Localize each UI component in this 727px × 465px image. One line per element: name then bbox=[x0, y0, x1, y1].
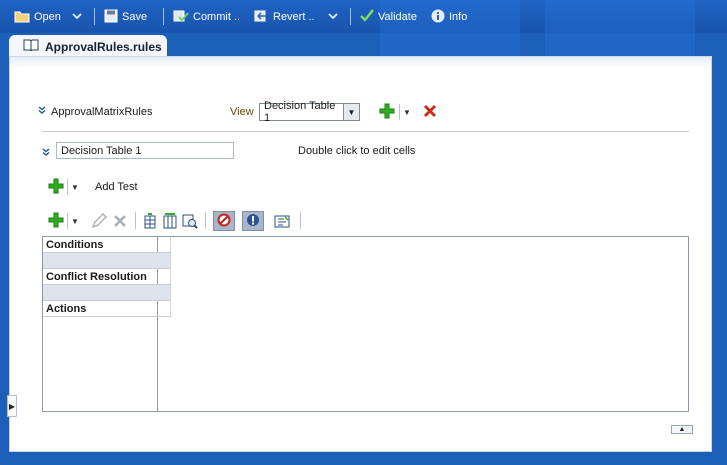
table-row-conditions[interactable]: Conditions bbox=[43, 237, 158, 253]
add-test-menu-button[interactable]: ▼ bbox=[70, 181, 80, 193]
edit-pencil-icon[interactable] bbox=[91, 213, 107, 229]
gap-check-toggle-button[interactable] bbox=[242, 211, 264, 231]
decision-table-name-field[interactable]: Decision Table 1 bbox=[56, 142, 234, 159]
toolbar-separator bbox=[94, 8, 95, 25]
delete-decision-table-button[interactable] bbox=[421, 103, 439, 121]
add-row-button[interactable] bbox=[48, 212, 64, 231]
ruleset-name: ApprovalMatrixRules bbox=[51, 106, 153, 118]
main-toolbar: Open Save Commit .. Revert .. Validate I… bbox=[0, 0, 727, 60]
table-cell bbox=[158, 285, 171, 301]
open-button[interactable]: Open bbox=[14, 8, 61, 26]
validate-label: Validate bbox=[378, 11, 417, 23]
add-test-button[interactable] bbox=[48, 178, 64, 197]
edit-hint: Double click to edit cells bbox=[298, 145, 416, 157]
table-row-spacer bbox=[43, 285, 158, 301]
table-row-conflict-resolution[interactable]: Conflict Resolution bbox=[43, 269, 158, 285]
separator bbox=[205, 212, 206, 229]
plus-icon bbox=[48, 178, 64, 197]
toolbar-separator bbox=[163, 8, 164, 25]
chevron-down-icon bbox=[72, 12, 82, 23]
validate-button[interactable]: Validate bbox=[360, 8, 417, 26]
tab-label: ApprovalRules.rules bbox=[45, 39, 162, 54]
compact-table-icon[interactable] bbox=[274, 213, 290, 229]
chevron-down-icon: ▼ bbox=[71, 182, 79, 192]
save-button[interactable]: Save bbox=[104, 8, 147, 26]
add-test-label: Add Test bbox=[95, 181, 138, 193]
delete-gray-x-icon[interactable] bbox=[112, 213, 128, 229]
search-table-icon[interactable] bbox=[182, 213, 198, 229]
info-label: Info bbox=[449, 11, 468, 23]
book-icon bbox=[23, 39, 39, 54]
separator bbox=[67, 213, 68, 229]
commit-button[interactable]: Commit .. bbox=[173, 8, 240, 26]
revert-menu-button[interactable] bbox=[328, 8, 338, 26]
table-row-actions[interactable]: Actions bbox=[43, 301, 158, 317]
prohibited-icon bbox=[217, 213, 231, 230]
chevron-down-icon: ▼ bbox=[71, 216, 79, 226]
plus-icon bbox=[379, 103, 395, 122]
decision-table-grid[interactable]: Conditions Conflict Resolution Actions bbox=[42, 236, 689, 412]
separator bbox=[300, 212, 301, 229]
add-menu-button[interactable]: ▼ bbox=[402, 106, 412, 118]
tab-approval-rules[interactable]: ApprovalRules.rules bbox=[9, 35, 167, 58]
collapse-ruleset-icon[interactable] bbox=[38, 106, 46, 117]
decision-table-name-value: Decision Table 1 bbox=[61, 144, 142, 157]
revert-icon bbox=[253, 9, 269, 26]
table-cell bbox=[158, 253, 171, 269]
split-table-icon[interactable] bbox=[162, 213, 178, 229]
chevron-up-icon: ▲ bbox=[678, 426, 686, 433]
commit-label: Commit .. bbox=[193, 11, 241, 23]
warning-icon bbox=[246, 213, 260, 230]
chevron-down-icon: ▼ bbox=[343, 104, 359, 120]
table-cell[interactable] bbox=[158, 237, 171, 253]
plus-icon bbox=[48, 212, 64, 231]
add-row-menu-button[interactable]: ▼ bbox=[70, 215, 80, 227]
view-select[interactable]: Decision Table 1 ▼ bbox=[259, 100, 360, 124]
chevron-down-icon bbox=[328, 11, 338, 23]
expand-side-panel-button[interactable]: ▶ bbox=[7, 395, 17, 417]
separator bbox=[67, 179, 68, 195]
panel-header-band bbox=[10, 57, 711, 69]
conflict-toggle-button[interactable] bbox=[213, 211, 235, 231]
separator bbox=[135, 212, 136, 229]
save-label: Save bbox=[122, 11, 148, 23]
view-label: View bbox=[230, 106, 254, 118]
revert-button[interactable]: Revert .. bbox=[253, 8, 315, 26]
toolbar-separator bbox=[350, 8, 351, 25]
folder-icon bbox=[14, 9, 30, 26]
open-menu-button[interactable] bbox=[72, 8, 82, 26]
open-label: Open bbox=[34, 11, 61, 23]
info-button[interactable]: Info bbox=[431, 8, 467, 26]
save-icon bbox=[104, 9, 118, 26]
collapse-table-icon[interactable] bbox=[42, 147, 50, 159]
add-decision-table-button[interactable] bbox=[379, 103, 395, 122]
table-row-spacer bbox=[43, 253, 158, 269]
table-column-icon[interactable] bbox=[142, 213, 158, 229]
validate-check-icon bbox=[360, 9, 374, 25]
revert-label: Revert .. bbox=[273, 11, 315, 23]
delete-x-icon bbox=[423, 104, 437, 121]
scroll-to-top-button[interactable]: ▲ bbox=[671, 425, 693, 434]
table-cell[interactable] bbox=[158, 301, 171, 317]
toolbar-decoration bbox=[545, 0, 695, 60]
chevron-down-icon: ▼ bbox=[403, 107, 411, 117]
separator bbox=[399, 104, 400, 120]
divider bbox=[42, 131, 689, 132]
view-select-value: Decision Table 1 bbox=[264, 100, 336, 124]
table-cell[interactable] bbox=[158, 269, 171, 285]
info-icon bbox=[431, 9, 445, 26]
commit-icon bbox=[173, 9, 189, 26]
chevron-right-icon: ▶ bbox=[8, 401, 16, 411]
